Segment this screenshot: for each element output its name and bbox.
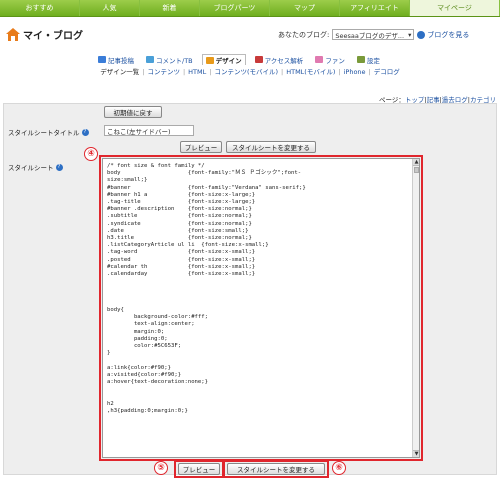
topnav-item-recommended[interactable]: おすすめ xyxy=(0,0,80,16)
subnav-item[interactable]: コンテンツ(モバイル) xyxy=(214,68,278,76)
tab-label: 設定 xyxy=(366,56,380,65)
help-icon[interactable]: ? xyxy=(55,163,63,171)
blog-label: あなたのブログ: xyxy=(278,30,330,39)
annotation-6: ⑥ xyxy=(332,461,346,475)
home-icon xyxy=(6,28,20,41)
subnav-separator: | xyxy=(182,68,186,76)
subnav-separator: | xyxy=(368,68,371,76)
topnav-item-new[interactable]: 新着 xyxy=(140,0,200,16)
topnav-item-popular[interactable]: 人気 xyxy=(80,0,140,16)
annotation-4: ④ xyxy=(84,147,98,161)
save-highlight xyxy=(223,460,329,478)
stylesheet-textarea[interactable]: /* font size & font family */ body {font… xyxy=(99,155,423,461)
gear-icon xyxy=(356,56,365,63)
vertical-scrollbar[interactable]: ▲ ▼ xyxy=(412,159,419,457)
tab-label: コメント/TB xyxy=(156,56,193,65)
subnav-item[interactable]: HTML(モバイル) xyxy=(286,68,335,76)
scroll-up-icon[interactable]: ▲ xyxy=(413,159,419,166)
stylesheet-title-label: スタイルシートタイトル ? xyxy=(8,127,89,137)
tab-chart[interactable]: アクセス解析 xyxy=(252,54,307,65)
subnav-item[interactable]: HTML xyxy=(188,68,206,76)
chevron-down-icon: ▾ xyxy=(408,30,412,39)
subnav-separator: | xyxy=(281,68,284,76)
tab-design[interactable]: デザイン xyxy=(201,54,246,65)
blog-selector: あなたのブログ: Seesaaブログのデザ... ▾ ブログを見る xyxy=(278,29,469,40)
tab-comment[interactable]: コメント/TB xyxy=(143,54,196,65)
subnav-separator: | xyxy=(338,68,341,76)
subnav-item[interactable]: iPhone xyxy=(344,68,366,76)
subnav-separator: | xyxy=(209,68,212,76)
subnav-item[interactable]: デザイン一覧 xyxy=(100,68,139,76)
subnav-item[interactable]: コンテンツ xyxy=(147,68,180,76)
design-subnav: デザイン一覧 | コンテンツ | HTML | コンテンツ(モバイル) | HTML(モバイル)… xyxy=(0,66,500,76)
stylesheet-title-input[interactable]: こねこ(左サイドバー) xyxy=(104,125,194,136)
stylesheet-code: /* font size & font family */ body {font… xyxy=(107,163,306,414)
view-blog-link[interactable]: ブログを見る xyxy=(417,30,469,40)
fan-icon xyxy=(315,56,324,63)
pencil-icon xyxy=(98,56,106,63)
scroll-thumb[interactable] xyxy=(414,167,419,173)
chart-icon xyxy=(254,56,263,63)
tab-label: デザイン xyxy=(215,57,242,65)
stylesheet-label-text: スタイルシート xyxy=(8,164,54,172)
stylesheet-title-label-text: スタイルシートタイトル xyxy=(8,129,80,137)
topnav-item-mypage[interactable]: マイページ xyxy=(410,0,500,16)
stylesheet-form: 初期値に戻す スタイルシートタイトル ? こねこ(左サイドバー) プレビュー ス… xyxy=(3,103,497,478)
preview-button-top[interactable]: プレビュー xyxy=(180,141,222,153)
site-logo[interactable]: マイ・ブログ xyxy=(6,27,83,42)
logo-title: マイ・ブログ xyxy=(23,31,83,42)
scroll-down-icon[interactable]: ▼ xyxy=(413,450,419,457)
annotation-5: ⑤ xyxy=(154,461,168,475)
tab-fan[interactable]: ファン xyxy=(312,54,348,65)
comment-icon xyxy=(146,56,154,63)
view-blog-label: ブログを見る xyxy=(427,30,470,39)
top-navigation: おすすめ 人気 新着 ブログパーツ マップ アフィリエイト マイページ xyxy=(0,0,500,17)
design-icon xyxy=(205,56,214,64)
globe-icon xyxy=(417,30,426,39)
tab-label: ファン xyxy=(325,56,345,65)
subnav-separator: | xyxy=(142,68,145,76)
topnav-item-blogparts[interactable]: ブログパーツ xyxy=(200,0,270,16)
subnav-item[interactable]: デコログ xyxy=(374,68,400,76)
topnav-item-affiliate[interactable]: アフィリエイト xyxy=(340,0,410,16)
tab-gear[interactable]: 設定 xyxy=(354,54,383,65)
tab-label: アクセス解析 xyxy=(264,56,304,65)
tab-label: 記事投稿 xyxy=(108,56,134,65)
preview-highlight xyxy=(174,460,224,478)
help-icon[interactable]: ? xyxy=(81,128,89,136)
blog-select[interactable]: Seesaaブログのデザ... ▾ xyxy=(332,29,415,40)
save-stylesheet-button-top[interactable]: スタイルシートを変更する xyxy=(226,141,316,153)
function-tabs: 記事投稿 コメント/TB デザイン アクセス解析 ファン 設定 xyxy=(95,54,383,65)
topnav-item-map[interactable]: マップ xyxy=(270,0,340,16)
stylesheet-label: スタイルシート ? xyxy=(8,162,63,172)
blog-select-value: Seesaaブログのデザ... xyxy=(335,31,405,40)
reset-defaults-button[interactable]: 初期値に戻す xyxy=(104,106,162,118)
tab-pencil[interactable]: 記事投稿 xyxy=(95,54,137,65)
